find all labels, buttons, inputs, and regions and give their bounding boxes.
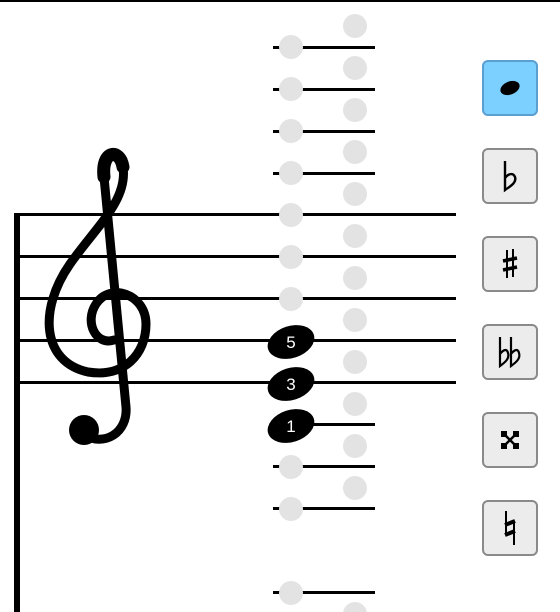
note-tool-button[interactable] [482,60,538,116]
note-slot[interactable] [279,245,303,269]
note-slot[interactable] [279,497,303,521]
note-slot[interactable] [279,455,303,479]
note-slot[interactable] [279,161,303,185]
note-slot[interactable] [343,56,367,80]
double-sharp-tool-button[interactable] [482,412,538,468]
note-slot[interactable] [279,119,303,143]
note-slot[interactable] [343,350,367,374]
sharp-icon [502,249,518,278]
note-head[interactable]: 1 [263,403,319,448]
music-notation-editor: 5 3 1 [0,0,560,612]
note-slot[interactable] [343,392,367,416]
note-placeholders[interactable] [279,14,367,612]
staff-line-4 [14,339,456,342]
note-slot[interactable] [343,602,367,612]
note-slot[interactable] [279,77,303,101]
note-slot[interactable] [279,287,303,311]
finger-number: 1 [286,417,295,436]
staff-line-1 [14,213,456,216]
placed-notes[interactable]: 5 3 1 [263,319,319,448]
system-barline [14,214,20,612]
note-slot[interactable] [343,182,367,206]
note-head[interactable]: 3 [263,361,319,406]
note-slot[interactable] [343,308,367,332]
finger-number: 3 [286,375,295,394]
note-slot[interactable] [343,266,367,290]
note-slot[interactable] [279,203,303,227]
note-head[interactable]: 5 [263,319,319,364]
double-flat-tool-button[interactable] [482,324,538,380]
staff-line-3 [14,297,456,300]
note-slot[interactable] [343,14,367,38]
natural-icon [504,511,516,545]
note-slot[interactable] [343,476,367,500]
note-head-icon [500,80,520,96]
sharp-tool-button[interactable] [482,236,538,292]
natural-tool-button[interactable] [482,500,538,556]
note-slot[interactable] [343,140,367,164]
note-slot[interactable] [343,224,367,248]
finger-number: 5 [286,333,295,352]
double-flat-icon [498,337,521,369]
flat-tool-button[interactable] [482,148,538,204]
double-sharp-icon [501,431,519,449]
staff-line-5 [14,381,456,384]
staff-lines [14,213,456,384]
note-slot[interactable] [343,98,367,122]
note-slot[interactable] [279,581,303,605]
flat-icon [503,161,517,193]
note-slot[interactable] [279,35,303,59]
note-slot[interactable] [343,434,367,458]
staff-area[interactable]: 5 3 1 [0,2,470,612]
